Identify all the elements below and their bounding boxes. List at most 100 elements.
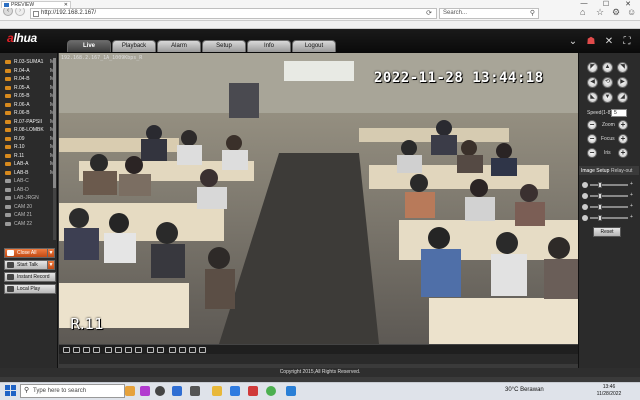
camera-list-item[interactable]: R.08-LOMBKM [2, 126, 56, 135]
slider-plus[interactable]: + [630, 182, 635, 187]
smiley-icon[interactable]: ☺ [627, 7, 636, 17]
scrollbar-thumb[interactable] [53, 58, 56, 188]
window-minimize-button[interactable]: — [574, 0, 594, 8]
camera-list-item[interactable]: LAB-BM [2, 169, 56, 178]
split-36-icon[interactable] [125, 347, 132, 353]
slider-knob[interactable] [598, 204, 602, 210]
record-clip-icon[interactable] [157, 347, 164, 353]
split-9-icon[interactable] [93, 347, 100, 353]
office-icon[interactable] [248, 386, 258, 396]
camera-list-item[interactable]: LAB-C [2, 177, 56, 186]
camera-list-item[interactable]: R.04-BM [2, 75, 56, 84]
ptz-up-button[interactable]: ▲ [602, 62, 613, 73]
local-play-button[interactable]: Local Play [4, 284, 56, 294]
slider-knob[interactable] [598, 193, 602, 199]
gear-icon[interactable]: ⚙ [612, 7, 620, 18]
camera-list-item[interactable]: R.06-AM [2, 101, 56, 110]
start-talk-button[interactable]: Start Talk [4, 260, 48, 270]
explorer-browser-icon[interactable] [286, 386, 296, 396]
slider-plus[interactable]: + [630, 193, 635, 198]
camera-list-item[interactable]: R.05-BM [2, 92, 56, 101]
slider-knob[interactable] [598, 215, 602, 221]
close-all-dropdown[interactable]: ▼ [47, 248, 55, 258]
mute-icon[interactable]: ✕ [602, 35, 616, 49]
split-25-icon[interactable] [115, 347, 122, 353]
edge-icon[interactable] [172, 386, 182, 396]
ptz-right-button[interactable]: ▶ [617, 77, 628, 88]
tab-alarm[interactable]: Alarm [157, 40, 201, 52]
app-icon[interactable] [140, 386, 150, 396]
chevron-down-icon[interactable]: ⌄ [566, 35, 580, 49]
speed-select[interactable]: 5 [611, 109, 627, 117]
hue-slider[interactable]: + [582, 215, 634, 221]
refresh-icon[interactable]: ⟳ [426, 9, 432, 17]
ptz-left-button[interactable]: ◀ [587, 77, 598, 88]
tab-info[interactable]: Info [247, 40, 291, 52]
reset-button[interactable]: Reset [593, 227, 621, 237]
iris-close-button[interactable]: − [587, 148, 597, 158]
camera-list-item[interactable]: CAM 20 [2, 203, 56, 212]
camera-list-item[interactable]: LAB-AM [2, 160, 56, 169]
focus-near-button[interactable]: − [587, 134, 597, 144]
address-bar[interactable]: http://192.168.2.167/ ⟳ [30, 8, 437, 19]
custom-split-icon[interactable] [135, 347, 142, 353]
slider-knob[interactable] [598, 182, 602, 188]
ptz-up-right-button[interactable]: ◥ [617, 62, 628, 73]
image-setup-tab[interactable]: Image Setup [581, 168, 609, 174]
fullscreen-video-icon[interactable] [199, 347, 206, 353]
gift-app-icon[interactable] [125, 386, 135, 396]
desktop-app-icon[interactable] [190, 386, 200, 396]
home-icon[interactable]: ⌂ [580, 7, 585, 17]
camera-list-item[interactable]: R.10M [2, 143, 56, 152]
close-all-button[interactable]: Close All [4, 248, 48, 258]
audio-icon[interactable] [179, 347, 186, 353]
windows-start-button[interactable] [4, 384, 18, 398]
tab-close-icon[interactable]: ✕ [64, 2, 68, 8]
camera-list-item[interactable]: LAB-D [2, 186, 56, 195]
focus-far-button[interactable]: + [618, 134, 628, 144]
clock-time[interactable]: 13:46 [598, 384, 620, 390]
split-8-icon[interactable] [83, 347, 90, 353]
camera-list-item[interactable]: CAM 22 [2, 220, 56, 229]
clock-date[interactable]: 11/28/2022 [594, 391, 624, 397]
camera-list-item[interactable]: LAB-JRGN [2, 194, 56, 203]
mail-icon[interactable] [230, 386, 240, 396]
ptz-down-left-button[interactable]: ◣ [587, 92, 598, 103]
split-1-icon[interactable] [63, 347, 70, 353]
split-4-icon[interactable] [73, 347, 80, 353]
start-talk-dropdown[interactable]: ▼ [47, 260, 55, 270]
slider-track[interactable] [590, 195, 628, 197]
alarm-person-icon[interactable]: ☗ [584, 35, 598, 49]
snapshot-icon[interactable] [147, 347, 154, 353]
ptz-down-button[interactable]: ▼ [602, 92, 613, 103]
ptz-down-right-button[interactable]: ◢ [617, 92, 628, 103]
camera-list-item[interactable]: R.06-BM [2, 109, 56, 118]
contrast-slider[interactable]: + [582, 193, 634, 199]
browser-search-input[interactable]: Search... ⚲ [439, 8, 539, 19]
task-view-icon[interactable] [155, 386, 165, 396]
saturation-slider[interactable]: + [582, 204, 634, 210]
relay-out-tab[interactable]: Relay-out [611, 168, 632, 174]
slider-plus[interactable]: + [630, 204, 635, 209]
camera-list-item[interactable]: R.03-SUMA1M [2, 58, 56, 67]
weather-widget[interactable]: 30°C Berawan [505, 387, 544, 393]
split-16-icon[interactable] [105, 347, 112, 353]
chrome-icon[interactable] [266, 386, 276, 396]
tab-playback[interactable]: Playback [112, 40, 156, 52]
zoom-out-button[interactable]: − [587, 120, 597, 130]
tab-live[interactable]: Live [67, 40, 111, 52]
instant-record-button[interactable]: Instant Record [4, 272, 56, 282]
window-maximize-button[interactable]: ☐ [596, 0, 616, 8]
stream-quality-icon[interactable] [189, 347, 196, 353]
camera-list-item[interactable]: CAM 21 [2, 211, 56, 220]
taskbar-search-input[interactable]: ⚲ Type here to search [20, 384, 125, 398]
tab-logout[interactable]: Logout [292, 40, 336, 52]
camera-list-item[interactable]: R.09M [2, 135, 56, 144]
zoom-video-icon[interactable] [169, 347, 176, 353]
ptz-up-left-button[interactable]: ◤ [587, 62, 598, 73]
iris-open-button[interactable]: + [618, 148, 628, 158]
camera-list-item[interactable]: R.04-AM [2, 67, 56, 76]
slider-track[interactable] [590, 217, 628, 219]
camera-list-item[interactable]: R.11M [2, 152, 56, 161]
camera-list-item[interactable]: R.05-AM [2, 84, 56, 93]
